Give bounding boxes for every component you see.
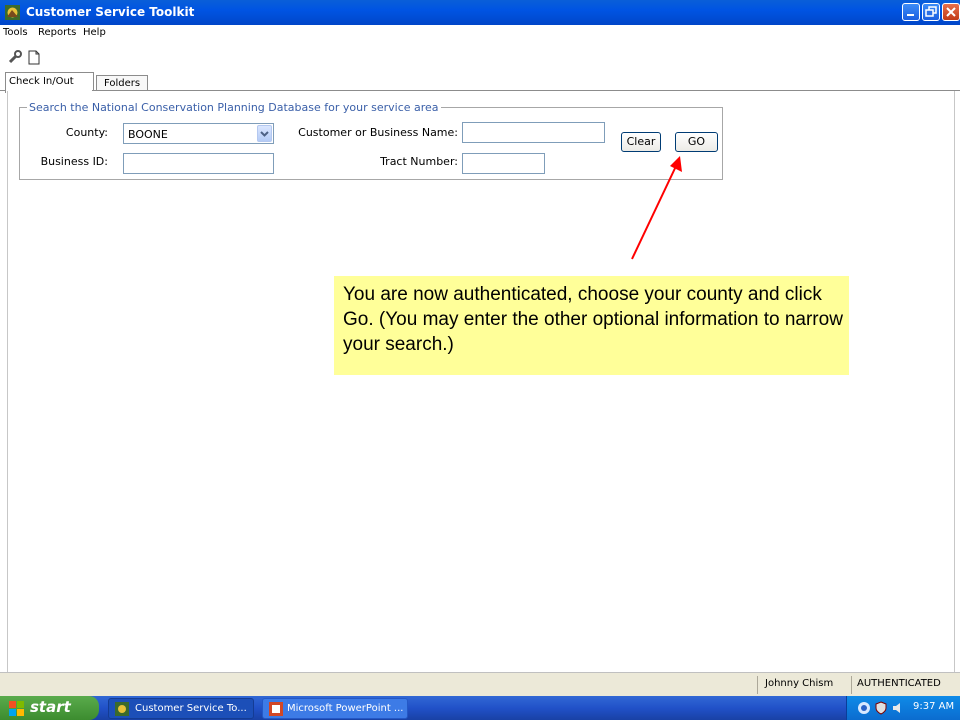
toolbar	[0, 42, 960, 68]
taskbar: start Customer Service To... Microsoft P…	[0, 696, 960, 720]
search-groupbox-legend: Search the National Conservation Plannin…	[27, 101, 441, 114]
app-icon	[5, 5, 20, 20]
powerpoint-icon	[269, 702, 283, 716]
business-id-label: Business ID:	[40, 155, 108, 168]
restore-button[interactable]	[922, 3, 940, 21]
county-label: County:	[65, 126, 108, 139]
tab-strip: Check In/Out Folders	[0, 72, 960, 93]
start-button[interactable]: start	[0, 696, 99, 720]
customer-name-field[interactable]	[462, 122, 605, 143]
status-user: Johnny Chism	[765, 678, 834, 689]
menu-help[interactable]: Help	[83, 27, 106, 38]
windows-logo-icon	[9, 701, 24, 716]
task-label: Customer Service To...	[135, 703, 247, 714]
tab-label: Folders	[104, 78, 141, 89]
app-icon	[115, 702, 129, 716]
county-value: BOONE	[128, 128, 168, 141]
wrench-icon[interactable]	[8, 50, 22, 64]
system-tray: 9:37 AM	[846, 696, 960, 720]
minimize-icon	[907, 14, 914, 16]
clock: 9:37 AM	[913, 701, 955, 712]
title-bar[interactable]: Customer Service Toolkit	[0, 0, 960, 25]
status-auth: AUTHENTICATED	[857, 678, 941, 689]
close-button[interactable]	[942, 3, 960, 21]
tract-number-label: Tract Number:	[380, 155, 458, 168]
start-label: start	[30, 698, 71, 716]
county-select[interactable]: BOONE	[123, 123, 274, 144]
window-title: Customer Service Toolkit	[26, 5, 195, 19]
volume-icon[interactable]	[891, 701, 905, 715]
callout-arrow	[631, 156, 682, 260]
network-icon[interactable]	[857, 701, 871, 715]
new-document-icon[interactable]	[28, 50, 40, 65]
instruction-callout-text: You are now authenticated, choose your c…	[343, 284, 843, 355]
chevron-down-icon	[260, 131, 269, 137]
status-separator	[851, 676, 852, 694]
menu-bar: Tools Reports Help	[0, 25, 960, 42]
menu-tools[interactable]: Tools	[3, 27, 28, 38]
shield-icon[interactable]	[875, 701, 887, 715]
select-dropdown-button[interactable]	[257, 125, 272, 142]
task-powerpoint[interactable]: Microsoft PowerPoint ...	[262, 698, 408, 719]
business-id-field[interactable]	[123, 153, 274, 174]
tab-label: Check In/Out	[9, 76, 74, 87]
restore-icon	[925, 6, 937, 17]
minimize-button[interactable]	[902, 3, 920, 21]
go-button[interactable]: GO	[675, 132, 718, 152]
close-icon	[946, 7, 956, 17]
clear-button[interactable]: Clear	[621, 132, 661, 152]
customer-name-label: Customer or Business Name:	[298, 126, 458, 139]
menu-reports[interactable]: Reports	[38, 27, 76, 38]
task-label: Microsoft PowerPoint ...	[287, 703, 404, 714]
tract-number-field[interactable]	[462, 153, 545, 174]
status-separator	[757, 676, 758, 694]
status-bar: Johnny Chism AUTHENTICATED	[0, 672, 960, 697]
task-customer-service[interactable]: Customer Service To...	[108, 698, 254, 719]
